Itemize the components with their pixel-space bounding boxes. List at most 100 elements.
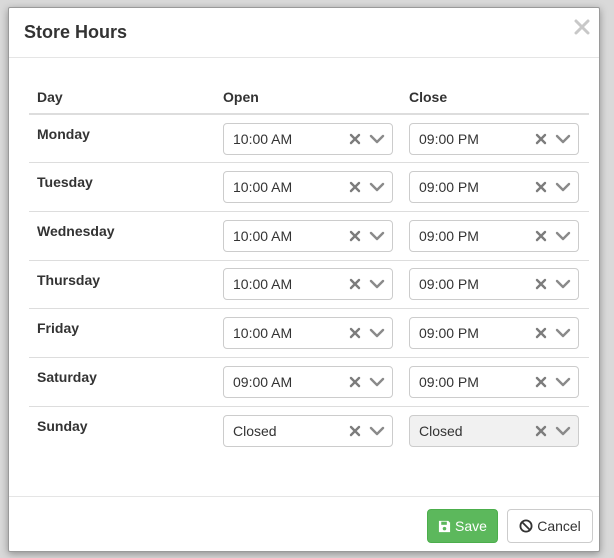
day-label-monday: Monday	[37, 126, 90, 142]
clear-icon[interactable]	[534, 375, 548, 389]
close-time-select-tuesday[interactable]: 09:00 PM	[409, 171, 579, 204]
ban-icon	[519, 519, 533, 533]
save-button-label: Save	[455, 518, 487, 534]
close-time-value: 09:00 PM	[419, 130, 479, 147]
cancel-button-label: Cancel	[537, 518, 581, 534]
open-cell-saturday: 09:00 AM	[215, 356, 401, 407]
close-time-value: 09:00 PM	[419, 325, 479, 342]
table-row: Thursday 10:00 AM 09:00 PM	[29, 259, 589, 309]
open-time-select-thursday[interactable]: 10:00 AM	[223, 268, 393, 301]
header-close: Close	[401, 80, 589, 115]
clear-icon[interactable]	[534, 424, 548, 438]
chevron-down-icon[interactable]	[368, 326, 386, 340]
open-cell-tuesday: 10:00 AM	[215, 162, 401, 212]
chevron-down-icon[interactable]	[368, 277, 386, 291]
clear-icon[interactable]	[348, 375, 362, 389]
open-time-select-monday[interactable]: 10:00 AM	[223, 122, 393, 155]
chevron-down-icon[interactable]	[368, 424, 386, 438]
clear-icon[interactable]	[534, 326, 548, 340]
close-cell-monday: 09:00 PM	[401, 114, 589, 163]
save-button[interactable]: Save	[427, 509, 498, 543]
close-cell-friday: 09:00 PM	[401, 308, 589, 358]
table-row: Monday 10:00 AM 09:00 PM	[29, 114, 589, 163]
close-icon[interactable]	[571, 16, 593, 38]
open-time-select-sunday[interactable]: Closed	[223, 414, 393, 447]
chevron-down-icon[interactable]	[554, 229, 572, 243]
open-time-value: 10:00 AM	[233, 325, 293, 342]
open-cell-wednesday: 10:00 AM	[215, 210, 401, 261]
table-row: Saturday 09:00 AM 09:00 PM	[29, 356, 589, 407]
chevron-down-icon[interactable]	[554, 180, 572, 194]
hours-table: Day Open Close Monday 10:00 AM 09:00 PM Tue…	[29, 80, 589, 455]
day-label-thursday: Thursday	[29, 259, 215, 309]
close-cell-saturday: 09:00 PM	[401, 356, 589, 407]
chevron-down-icon[interactable]	[368, 375, 386, 389]
chevron-down-icon[interactable]	[368, 132, 386, 146]
clear-icon[interactable]	[534, 229, 548, 243]
close-time-select-thursday[interactable]: 09:00 PM	[409, 268, 579, 301]
clear-icon[interactable]	[348, 229, 362, 243]
modal-title: Store Hours	[24, 22, 128, 42]
table-header-row: Day Open Close	[29, 80, 589, 115]
day-label-tuesday: Tuesday	[29, 162, 215, 212]
chevron-down-icon[interactable]	[554, 277, 572, 291]
close-time-value: Closed	[419, 422, 463, 439]
open-cell-friday: 10:00 AM	[215, 308, 401, 358]
day-label-wednesday: Wednesday	[29, 210, 215, 261]
day-label-saturday: Saturday	[29, 356, 215, 407]
open-time-value: 10:00 AM	[233, 276, 293, 293]
clear-icon[interactable]	[348, 424, 362, 438]
table-row: Sunday Closed Closed	[29, 405, 589, 455]
chevron-down-icon[interactable]	[368, 229, 386, 243]
chevron-down-icon[interactable]	[554, 375, 572, 389]
clear-icon[interactable]	[534, 132, 548, 146]
chevron-down-icon[interactable]	[554, 132, 572, 146]
cancel-button[interactable]: Cancel	[507, 509, 593, 543]
open-time-select-tuesday[interactable]: 10:00 AM	[223, 171, 393, 204]
close-cell-sunday: Closed	[401, 405, 589, 455]
close-cell-tuesday: 09:00 PM	[401, 162, 589, 212]
clear-icon[interactable]	[348, 180, 362, 194]
floppy-disk-icon	[438, 520, 451, 532]
chevron-down-icon[interactable]	[368, 180, 386, 194]
open-time-value: 09:00 AM	[233, 373, 293, 390]
open-cell-sunday: Closed	[215, 405, 401, 455]
close-cell-wednesday: 09:00 PM	[401, 210, 589, 261]
close-cell-thursday: 09:00 PM	[401, 259, 589, 309]
chevron-down-icon[interactable]	[554, 424, 572, 438]
day-label-sunday: Sunday	[29, 405, 215, 455]
open-time-value: 10:00 AM	[233, 130, 293, 147]
close-time-value: 09:00 PM	[419, 373, 479, 390]
close-time-value: 09:00 PM	[419, 227, 479, 244]
open-time-select-friday[interactable]: 10:00 AM	[223, 317, 393, 350]
close-time-select-monday[interactable]: 09:00 PM	[409, 122, 579, 155]
open-time-select-wednesday[interactable]: 10:00 AM	[223, 219, 393, 252]
close-time-select-wednesday[interactable]: 09:00 PM	[409, 219, 579, 252]
open-time-value: 10:00 AM	[233, 227, 293, 244]
table-row: Tuesday 10:00 AM 09:00 PM	[29, 162, 589, 212]
header-open: Open	[215, 80, 401, 115]
day-label-friday: Friday	[29, 308, 215, 358]
header-day: Day	[29, 80, 215, 115]
modal-footer: Save Cancel	[9, 496, 599, 553]
open-cell-monday: 10:00 AM	[215, 114, 401, 163]
open-time-select-saturday[interactable]: 09:00 AM	[223, 365, 393, 398]
clear-icon[interactable]	[534, 180, 548, 194]
clear-icon[interactable]	[348, 132, 362, 146]
close-time-select-saturday[interactable]: 09:00 PM	[409, 365, 579, 398]
close-time-select-sunday[interactable]: Closed	[409, 414, 579, 447]
open-cell-thursday: 10:00 AM	[215, 259, 401, 309]
close-time-select-friday[interactable]: 09:00 PM	[409, 317, 579, 350]
table-row: Wednesday 10:00 AM 09:00 PM	[29, 210, 589, 261]
open-time-value: Closed	[233, 422, 277, 439]
close-time-value: 09:00 PM	[419, 276, 479, 293]
clear-icon[interactable]	[348, 326, 362, 340]
modal-header: Store Hours	[9, 8, 599, 58]
store-hours-modal: Store Hours Day Open Close Monday 10:00 A…	[8, 7, 600, 552]
close-time-value: 09:00 PM	[419, 179, 479, 196]
chevron-down-icon[interactable]	[554, 326, 572, 340]
clear-icon[interactable]	[534, 277, 548, 291]
clear-icon[interactable]	[348, 277, 362, 291]
table-row: Friday 10:00 AM 09:00 PM	[29, 308, 589, 358]
open-time-value: 10:00 AM	[233, 179, 293, 196]
